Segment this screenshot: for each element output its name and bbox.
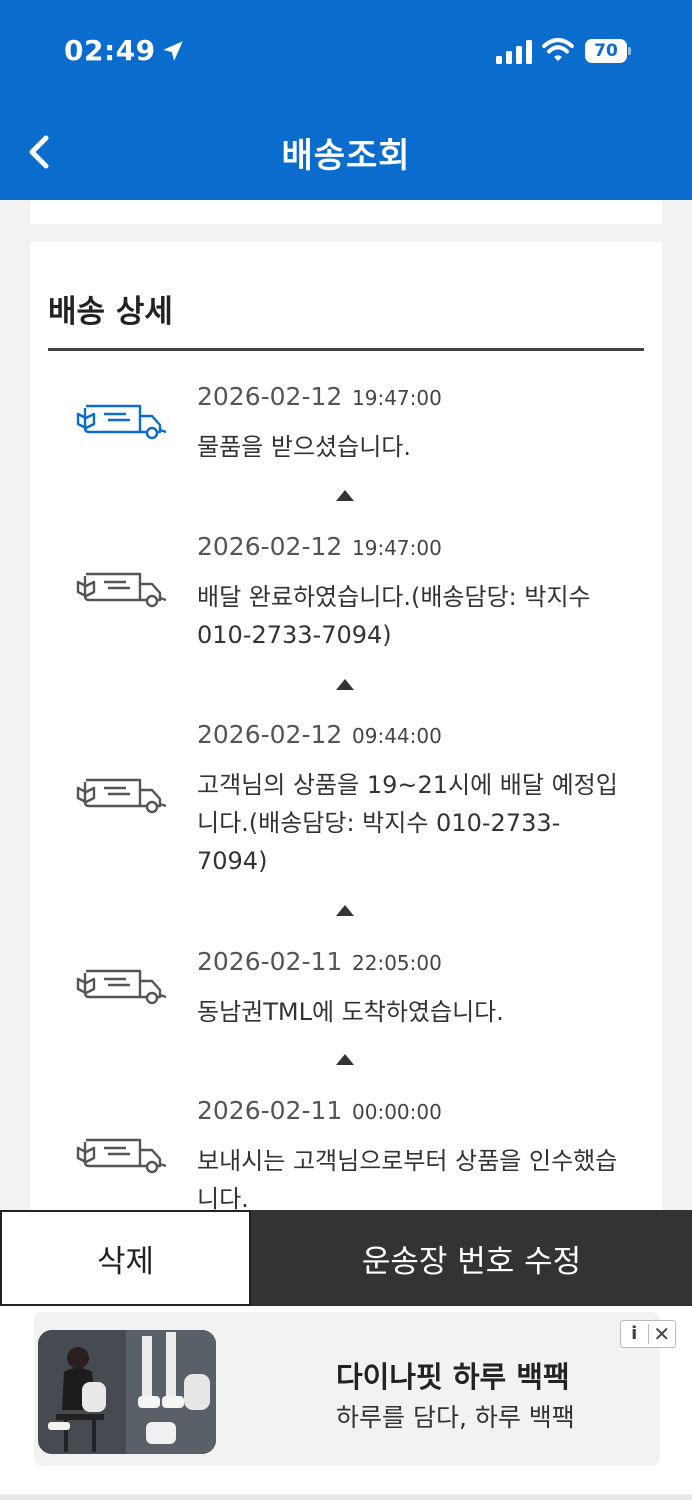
truck-icon [76,1138,167,1174]
section-title: 배송 상세 [48,294,173,330]
event-time: 22:05:00 [352,951,442,975]
location-arrow-icon [163,41,183,61]
tracking-event: 2026-02-12 19:47:00 배달 완료하였습니다.(배송담당: 박지… [30,532,662,652]
delete-button[interactable]: 삭제 [0,1210,251,1306]
arrow-up-icon [336,1054,354,1065]
truck-icon [76,404,167,440]
event-description: 고객님의 상품을 19~21시에 배달 예정입니다.(배송담당: 박지수 010… [197,771,618,875]
status-time: 02:49 [64,34,156,67]
tracking-event: 2026-02-11 22:05:00 동남권TML에 도착하였습니다. [30,947,662,1027]
battery-indicator: 70 [585,39,631,63]
close-icon[interactable]: ✕ [649,1324,676,1344]
event-date: 2026-02-11 [197,1096,343,1125]
event-date: 2026-02-11 [197,947,343,976]
event-time: 19:47:00 [352,386,442,410]
wifi-icon [542,38,574,61]
app-header: 02:49 70 배송조회 [0,0,692,200]
event-date: 2026-02-12 [197,720,343,749]
tracking-event: 2026-02-12 19:47:00 물품을 받으셨습니다. [30,382,662,462]
summary-card-bottom [30,200,662,224]
ad-subtitle: 하루를 담다, 하루 백팩 [336,1403,575,1432]
edit-tracking-number-button[interactable]: 운송장 번호 수정 [251,1210,692,1306]
battery-tip [628,47,631,55]
tracking-event: 2026-02-12 09:44:00 고객님의 상품을 19~21시에 배달 … [30,720,662,880]
event-date: 2026-02-12 [197,532,343,561]
event-time: 00:00:00 [352,1100,442,1124]
ad-info-icon[interactable]: i [621,1324,649,1344]
ad-image[interactable] [38,1330,216,1454]
event-time: 09:44:00 [352,724,442,748]
tracking-event: 2026-02-11 00:00:00 보내시는 고객님으로부터 상품을 인수했… [30,1096,662,1212]
battery-level: 70 [585,39,627,63]
event-description: 보내시는 고객님으로부터 상품을 인수했습니다. [197,1147,618,1212]
bottom-action-bar: 삭제 운송장 번호 수정 [0,1210,692,1306]
arrow-up-icon [336,679,354,690]
ad-area: 다이나핏 하루 백팩 하루를 담다, 하루 백팩 i ✕ [0,1306,692,1500]
status-bar: 02:49 70 [0,0,692,100]
truck-icon [76,969,167,1005]
ad-product-illustration [38,1330,216,1454]
delivery-detail-card: 배송 상세 2026-02-12 19:47:00 물품을 받으셨습니다. 20… [30,242,662,1212]
page-title: 배송조회 [281,136,411,176]
truck-icon [76,572,167,608]
cellular-signal-icon [496,40,532,64]
truck-icon [76,778,167,814]
ad-badge: i ✕ [620,1320,676,1348]
event-description: 동남권TML에 도착하였습니다. [197,998,504,1026]
section-divider [48,348,644,351]
event-description: 배달 완료하였습니다.(배송담당: 박지수 010-2733-7094) [197,583,591,649]
home-indicator-area [0,1494,692,1500]
ad-banner[interactable]: 다이나핏 하루 백팩 하루를 담다, 하루 백팩 i ✕ [34,1312,676,1466]
arrow-up-icon [336,490,354,501]
arrow-up-icon [336,905,354,916]
event-time: 19:47:00 [352,536,442,560]
event-description: 물품을 받으셨습니다. [197,433,411,461]
event-date: 2026-02-12 [197,382,343,411]
ad-title: 다이나핏 하루 백팩 [336,1360,570,1394]
